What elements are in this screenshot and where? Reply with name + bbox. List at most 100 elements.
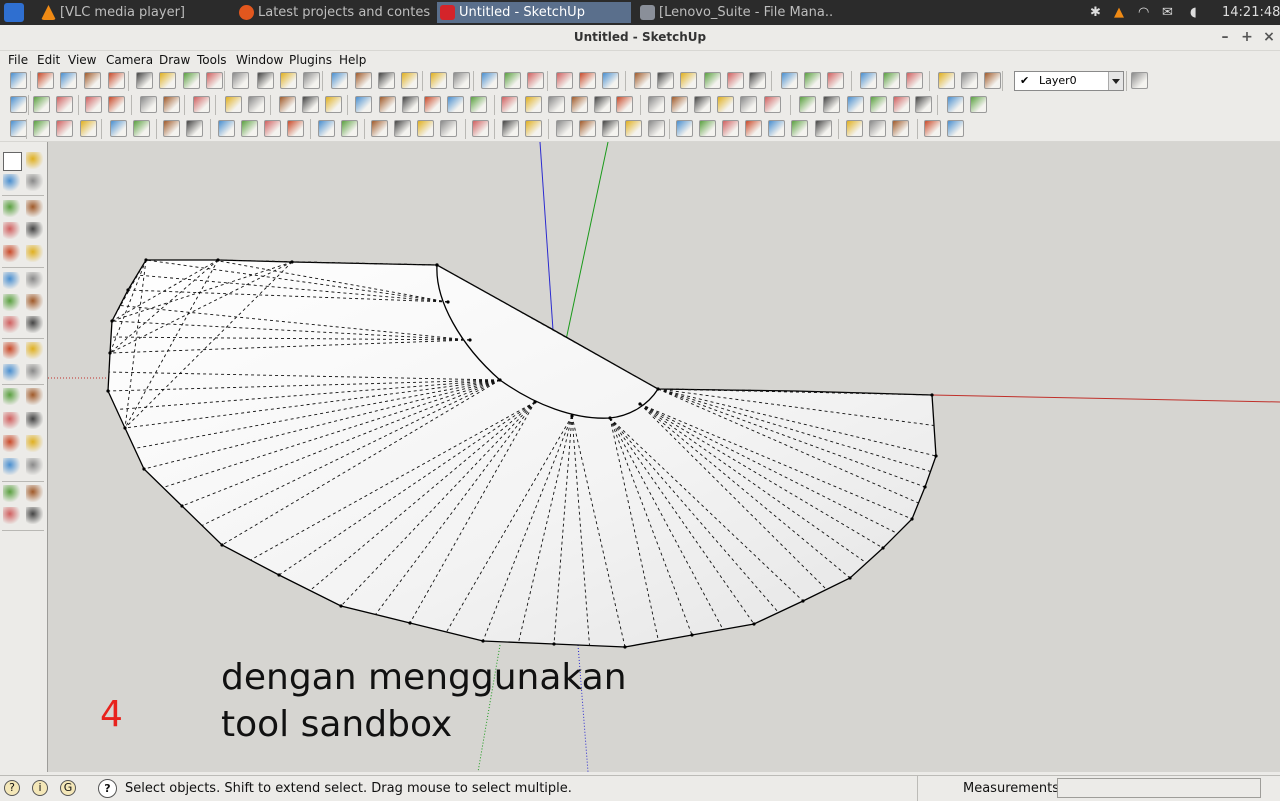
row2-tool-icon[interactable]: [140, 96, 157, 113]
row3-tool-icon[interactable]: [218, 120, 235, 137]
palette-tool-icon[interactable]: [3, 245, 20, 262]
menu-tools[interactable]: Tools: [197, 53, 227, 67]
menu-window[interactable]: Window: [236, 53, 283, 67]
row3-tool-icon[interactable]: [869, 120, 886, 137]
row3-tool-icon[interactable]: [163, 120, 180, 137]
row1-tool-icon[interactable]: [331, 72, 348, 89]
row1-tool-icon[interactable]: [860, 72, 877, 89]
row1-tool-icon[interactable]: [401, 72, 418, 89]
row1-tool-icon[interactable]: [680, 72, 697, 89]
palette-tool-icon[interactable]: [26, 174, 43, 191]
row3-tool-icon[interactable]: [846, 120, 863, 137]
row2-tool-icon[interactable]: [85, 96, 102, 113]
row3-tool-icon[interactable]: [556, 120, 573, 137]
row2-tool-icon[interactable]: [10, 96, 27, 113]
row1-tool-icon[interactable]: [108, 72, 125, 89]
row3-tool-icon[interactable]: [318, 120, 335, 137]
row3-tool-icon[interactable]: [110, 120, 127, 137]
row1-tool-icon[interactable]: [984, 72, 1001, 89]
row1-tool-icon[interactable]: [556, 72, 573, 89]
row2-tool-icon[interactable]: [302, 96, 319, 113]
row3-tool-icon[interactable]: [472, 120, 489, 137]
minimize-button[interactable]: –: [1216, 25, 1234, 50]
row3-tool-icon[interactable]: [417, 120, 434, 137]
row3-tool-icon[interactable]: [341, 120, 358, 137]
row3-tool-icon[interactable]: [394, 120, 411, 137]
row1-tool-icon[interactable]: [84, 72, 101, 89]
palette-tool-icon[interactable]: [26, 222, 43, 239]
close-button[interactable]: ×: [1260, 25, 1278, 50]
row2-tool-icon[interactable]: [947, 96, 964, 113]
row3-tool-icon[interactable]: [186, 120, 203, 137]
row2-tool-icon[interactable]: [225, 96, 242, 113]
menu-draw[interactable]: Draw: [159, 53, 190, 67]
row2-tool-icon[interactable]: [799, 96, 816, 113]
row3-tool-icon[interactable]: [924, 120, 941, 137]
row1-tool-icon[interactable]: [727, 72, 744, 89]
row1-tool-icon[interactable]: [257, 72, 274, 89]
menu-file[interactable]: File: [8, 53, 28, 67]
row2-tool-icon[interactable]: [447, 96, 464, 113]
row1-tool-icon[interactable]: [430, 72, 447, 89]
row3-tool-icon[interactable]: [241, 120, 258, 137]
row1-tool-icon[interactable]: [481, 72, 498, 89]
row1-tool-icon[interactable]: [355, 72, 372, 89]
row2-tool-icon[interactable]: [571, 96, 588, 113]
palette-tool-icon[interactable]: [3, 174, 20, 191]
row3-tool-icon[interactable]: [602, 120, 619, 137]
row3-tool-icon[interactable]: [676, 120, 693, 137]
row2-tool-icon[interactable]: [193, 96, 210, 113]
row1-tool-icon[interactable]: [504, 72, 521, 89]
row1-tool-icon[interactable]: [60, 72, 77, 89]
row3-tool-icon[interactable]: [791, 120, 808, 137]
row2-tool-icon[interactable]: [56, 96, 73, 113]
row1-tool-icon[interactable]: [827, 72, 844, 89]
palette-tool-icon[interactable]: [26, 152, 43, 169]
row1-tool-icon[interactable]: [136, 72, 153, 89]
row2-tool-icon[interactable]: [823, 96, 840, 113]
row2-tool-icon[interactable]: [616, 96, 633, 113]
wifi-icon[interactable]: ◠: [1138, 0, 1149, 25]
row3-tool-icon[interactable]: [264, 120, 281, 137]
palette-tool-icon[interactable]: [3, 412, 20, 429]
palette-tool-icon[interactable]: [3, 458, 20, 475]
row1-tool-icon[interactable]: [749, 72, 766, 89]
menu-help[interactable]: Help: [339, 53, 366, 67]
palette-tool-icon[interactable]: [3, 507, 20, 524]
menu-plugins[interactable]: Plugins: [289, 53, 332, 67]
row1-tool-icon[interactable]: [906, 72, 923, 89]
task-sketchup[interactable]: Untitled - SketchUp: [437, 2, 631, 23]
row2-tool-icon[interactable]: [847, 96, 864, 113]
volume-icon[interactable]: ◖: [1190, 0, 1197, 25]
task-vlc[interactable]: [VLC media player]: [38, 2, 228, 23]
row2-tool-icon[interactable]: [915, 96, 932, 113]
row1-tool-icon[interactable]: [634, 72, 651, 89]
palette-tool-icon[interactable]: [26, 412, 43, 429]
palette-tool-icon[interactable]: [3, 316, 20, 333]
row3-tool-icon[interactable]: [625, 120, 642, 137]
palette-tool-icon[interactable]: [3, 222, 20, 239]
modeling-viewport[interactable]: 4 dengan menggunakan tool sandbox: [48, 142, 1280, 772]
palette-tool-icon[interactable]: [26, 342, 43, 359]
row1-tool-icon[interactable]: [527, 72, 544, 89]
menu-view[interactable]: View: [68, 53, 96, 67]
help-icon[interactable]: ?: [98, 779, 117, 798]
row2-tool-icon[interactable]: [248, 96, 265, 113]
row1-tool-icon[interactable]: [183, 72, 200, 89]
row1-tool-icon[interactable]: [159, 72, 176, 89]
row2-tool-icon[interactable]: [325, 96, 342, 113]
row1-tool-icon[interactable]: [602, 72, 619, 89]
row2-tool-icon[interactable]: [717, 96, 734, 113]
row2-tool-icon[interactable]: [424, 96, 441, 113]
row1-tool-icon[interactable]: [37, 72, 54, 89]
row2-tool-icon[interactable]: [870, 96, 887, 113]
row2-tool-icon[interactable]: [355, 96, 372, 113]
row3-tool-icon[interactable]: [525, 120, 542, 137]
row1-tool-icon[interactable]: [303, 72, 320, 89]
row2-tool-icon[interactable]: [379, 96, 396, 113]
palette-tool-icon[interactable]: [3, 435, 20, 452]
palette-tool-icon[interactable]: [26, 507, 43, 524]
start-menu-icon[interactable]: [4, 3, 24, 22]
row1-tool-icon[interactable]: [883, 72, 900, 89]
row3-tool-icon[interactable]: [56, 120, 73, 137]
